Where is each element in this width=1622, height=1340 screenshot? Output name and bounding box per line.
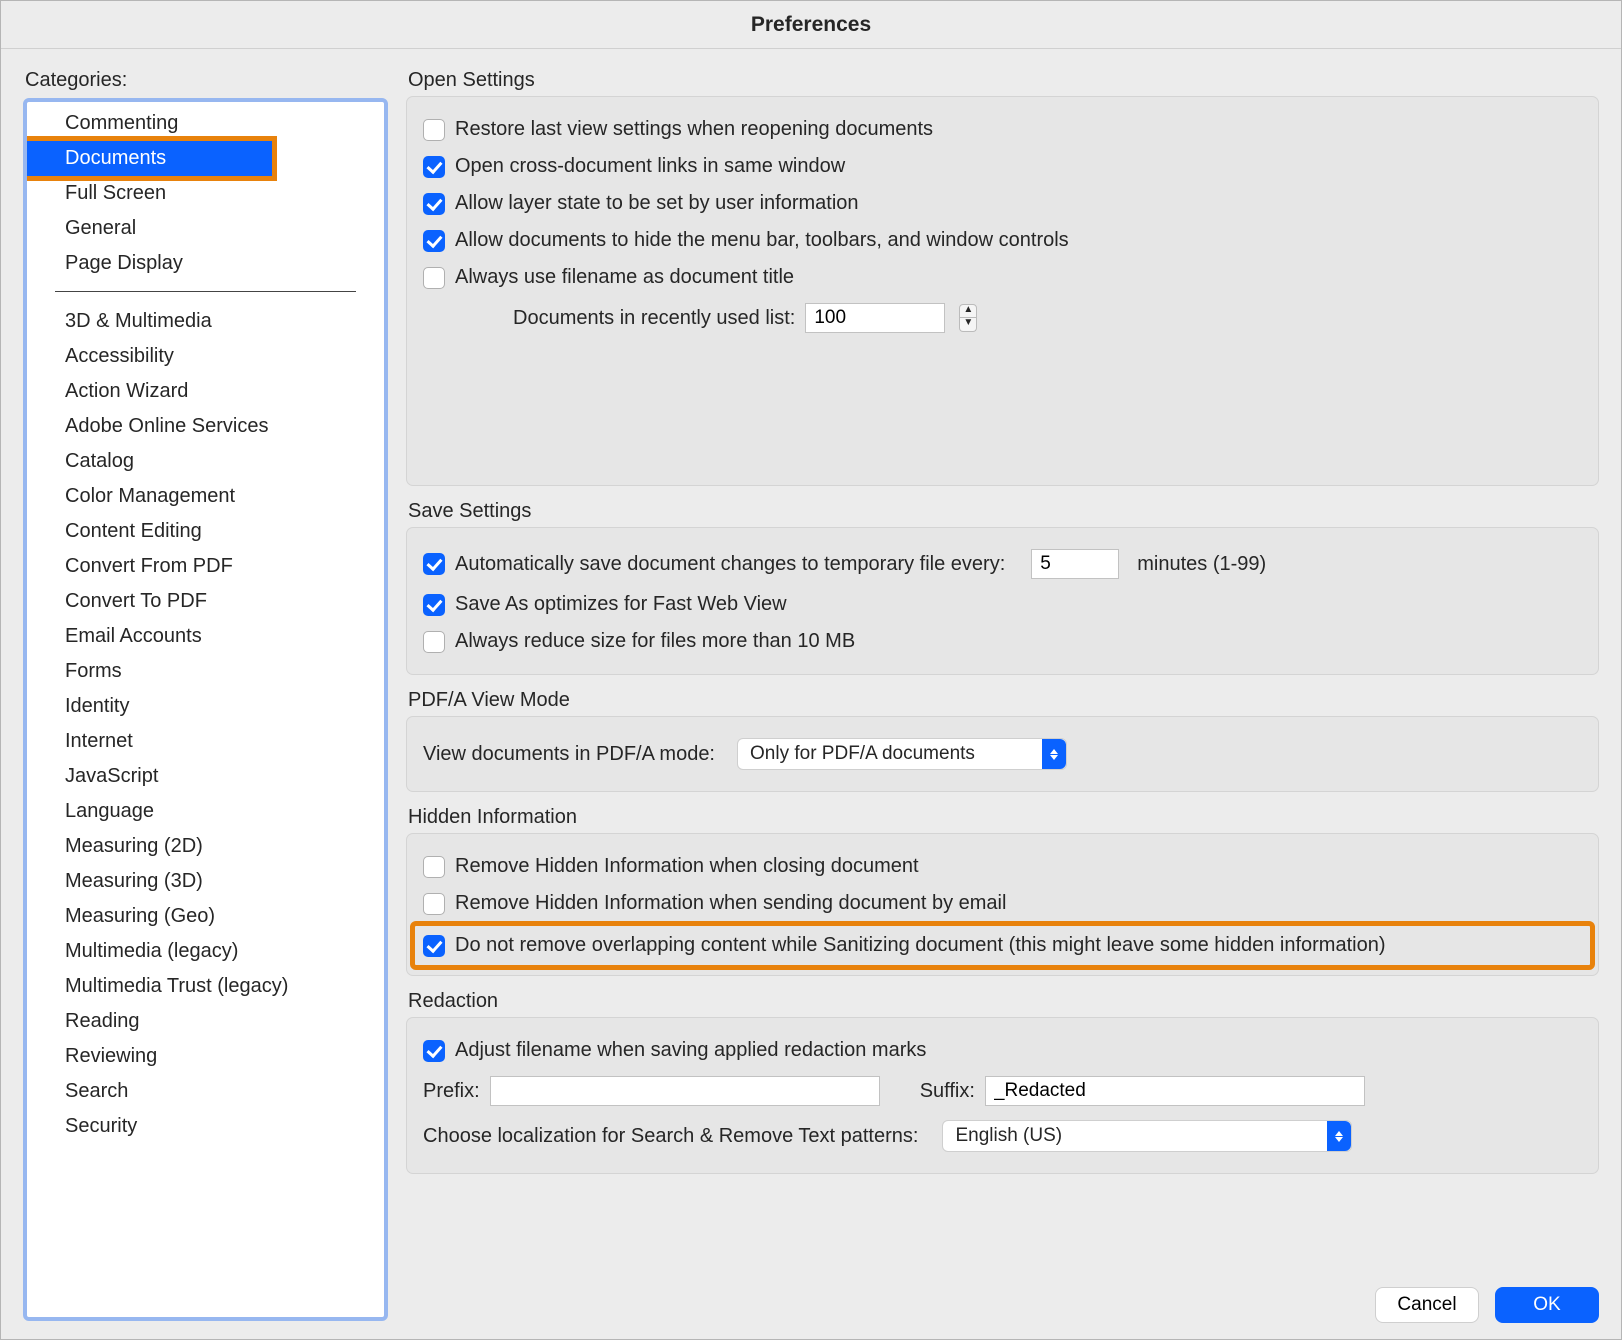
settings-panel: Open Settings Restore last view settings… — [406, 69, 1599, 1321]
remove-hidden-close-checkbox[interactable] — [423, 856, 445, 878]
sidebar-item-adobe-online[interactable]: Adobe Online Services — [27, 409, 384, 444]
hidden-info-box: Remove Hidden Information when closing d… — [406, 833, 1599, 976]
sidebar-item-search[interactable]: Search — [27, 1074, 384, 1109]
sidebar-item-internet[interactable]: Internet — [27, 724, 384, 759]
sidebar-item-multimedia-legacy[interactable]: Multimedia (legacy) — [27, 934, 384, 969]
dialog-buttons: Cancel OK — [1375, 1287, 1599, 1323]
sidebar-item-identity[interactable]: Identity — [27, 689, 384, 724]
save-settings-title: Save Settings — [406, 500, 1599, 523]
recent-docs-stepper[interactable]: ▲ ▼ — [959, 304, 977, 332]
sidebar-item-reviewing[interactable]: Reviewing — [27, 1039, 384, 1074]
pdfa-mode-select[interactable]: Only for PDF/A documents — [737, 738, 1067, 770]
suffix-label: Suffix: — [920, 1080, 975, 1103]
layer-state-checkbox[interactable] — [423, 193, 445, 215]
reduce-size-label: Always reduce size for files more than 1… — [455, 630, 855, 653]
save-settings-group: Save Settings Automatically save documen… — [406, 500, 1599, 675]
autosave-minutes-input[interactable] — [1031, 549, 1119, 579]
layer-state-label: Allow layer state to be set by user info… — [455, 192, 859, 215]
categories-panel: Categories: Commenting Documents Full Sc… — [23, 69, 388, 1321]
ok-button[interactable]: OK — [1495, 1287, 1599, 1323]
sidebar-item-language[interactable]: Language — [27, 794, 384, 829]
adjust-filename-checkbox[interactable] — [423, 1040, 445, 1062]
hidden-info-title: Hidden Information — [406, 806, 1599, 829]
autosave-checkbox[interactable] — [423, 553, 445, 575]
cross-doc-links-checkbox[interactable] — [423, 156, 445, 178]
sidebar-item-multimedia-trust-legacy[interactable]: Multimedia Trust (legacy) — [27, 969, 384, 1004]
recent-docs-input[interactable] — [805, 303, 945, 333]
redaction-box: Adjust filename when saving applied reda… — [406, 1017, 1599, 1174]
cancel-button[interactable]: Cancel — [1375, 1287, 1479, 1323]
sidebar-item-documents-highlight: Documents — [23, 136, 277, 181]
body-area: Categories: Commenting Documents Full Sc… — [1, 49, 1621, 1339]
pdfa-mode-label: View documents in PDF/A mode: — [423, 743, 715, 766]
save-settings-box: Automatically save document changes to t… — [406, 527, 1599, 675]
sidebar-item-general[interactable]: General — [27, 211, 384, 246]
sidebar-item-page-display[interactable]: Page Display — [27, 246, 384, 281]
localization-select[interactable]: English (US) — [942, 1120, 1352, 1152]
adjust-filename-label: Adjust filename when saving applied reda… — [455, 1039, 926, 1062]
select-arrows-icon — [1327, 1121, 1351, 1151]
pdfa-mode-value: Only for PDF/A documents — [750, 743, 975, 765]
fast-web-label: Save As optimizes for Fast Web View — [455, 593, 787, 616]
sidebar-item-javascript[interactable]: JavaScript — [27, 759, 384, 794]
sidebar-item-catalog[interactable]: Catalog — [27, 444, 384, 479]
prefix-input[interactable] — [490, 1076, 880, 1106]
recent-docs-label: Documents in recently used list: — [513, 307, 795, 330]
fast-web-checkbox[interactable] — [423, 594, 445, 616]
filename-as-title-checkbox[interactable] — [423, 267, 445, 289]
sidebar-item-measuring-2d[interactable]: Measuring (2D) — [27, 829, 384, 864]
hide-menu-checkbox[interactable] — [423, 230, 445, 252]
remove-hidden-email-label: Remove Hidden Information when sending d… — [455, 892, 1006, 915]
sidebar-item-reading[interactable]: Reading — [27, 1004, 384, 1039]
pdfa-title: PDF/A View Mode — [406, 689, 1599, 712]
prefix-label: Prefix: — [423, 1080, 480, 1103]
window-title: Preferences — [1, 1, 1621, 49]
categories-list[interactable]: Commenting Documents Full Screen General… — [23, 98, 388, 1321]
categories-label: Categories: — [23, 69, 388, 92]
pdfa-group: PDF/A View Mode View documents in PDF/A … — [406, 689, 1599, 792]
reduce-size-checkbox[interactable] — [423, 631, 445, 653]
sidebar-item-convert-from-pdf[interactable]: Convert From PDF — [27, 549, 384, 584]
restore-last-view-label: Restore last view settings when reopenin… — [455, 118, 933, 141]
remove-hidden-email-checkbox[interactable] — [423, 893, 445, 915]
no-remove-overlap-checkbox[interactable] — [423, 935, 445, 957]
sidebar-item-color-management[interactable]: Color Management — [27, 479, 384, 514]
no-remove-overlap-row: Do not remove overlapping content while … — [413, 924, 1592, 967]
no-remove-overlap-label: Do not remove overlapping content while … — [455, 934, 1386, 957]
open-settings-box: Restore last view settings when reopenin… — [406, 96, 1599, 486]
filename-as-title-label: Always use filename as document title — [455, 266, 794, 289]
restore-last-view-checkbox[interactable] — [423, 119, 445, 141]
stepper-down-icon[interactable]: ▼ — [959, 318, 977, 332]
sidebar-item-content-editing[interactable]: Content Editing — [27, 514, 384, 549]
sidebar-item-convert-to-pdf[interactable]: Convert To PDF — [27, 584, 384, 619]
localization-value: English (US) — [955, 1125, 1062, 1147]
stepper-up-icon[interactable]: ▲ — [959, 304, 977, 318]
open-settings-group: Open Settings Restore last view settings… — [406, 69, 1599, 486]
hide-menu-label: Allow documents to hide the menu bar, to… — [455, 229, 1069, 252]
suffix-input[interactable] — [985, 1076, 1365, 1106]
sidebar-item-measuring-3d[interactable]: Measuring (3D) — [27, 864, 384, 899]
sidebar-item-accessibility[interactable]: Accessibility — [27, 339, 384, 374]
sidebar-item-email-accounts[interactable]: Email Accounts — [27, 619, 384, 654]
redaction-title: Redaction — [406, 990, 1599, 1013]
autosave-label-post: minutes (1-99) — [1137, 553, 1266, 576]
categories-divider — [55, 291, 356, 292]
sidebar-item-security[interactable]: Security — [27, 1109, 384, 1144]
open-settings-title: Open Settings — [406, 69, 1599, 92]
pdfa-box: View documents in PDF/A mode: Only for P… — [406, 716, 1599, 792]
preferences-window: Preferences Categories: Commenting Docum… — [0, 0, 1622, 1340]
select-arrows-icon — [1042, 739, 1066, 769]
localization-label: Choose localization for Search & Remove … — [423, 1125, 918, 1148]
sidebar-item-3d-multimedia[interactable]: 3D & Multimedia — [27, 304, 384, 339]
remove-hidden-close-label: Remove Hidden Information when closing d… — [455, 855, 919, 878]
sidebar-item-measuring-geo[interactable]: Measuring (Geo) — [27, 899, 384, 934]
cross-doc-links-label: Open cross-document links in same window — [455, 155, 845, 178]
sidebar-item-action-wizard[interactable]: Action Wizard — [27, 374, 384, 409]
sidebar-item-full-screen[interactable]: Full Screen — [27, 176, 384, 211]
sidebar-item-forms[interactable]: Forms — [27, 654, 384, 689]
redaction-group: Redaction Adjust filename when saving ap… — [406, 990, 1599, 1174]
hidden-info-group: Hidden Information Remove Hidden Informa… — [406, 806, 1599, 976]
autosave-label-pre: Automatically save document changes to t… — [455, 553, 1005, 576]
sidebar-item-documents[interactable]: Documents — [27, 141, 272, 176]
